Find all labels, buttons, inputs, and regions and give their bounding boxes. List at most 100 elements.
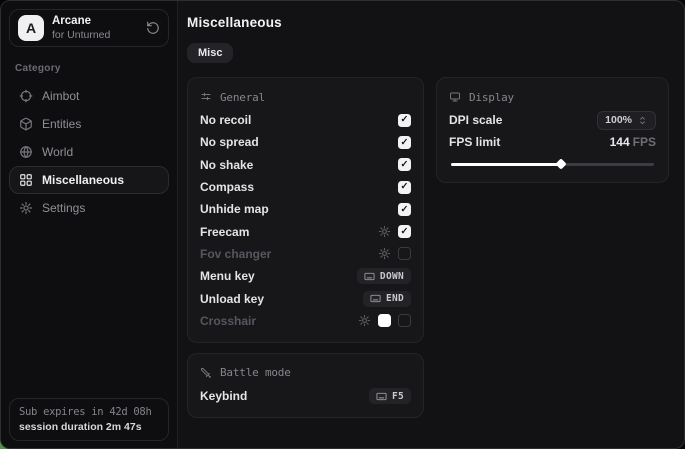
category-label: Category (15, 63, 169, 74)
unload-key-keybind-button[interactable]: END (363, 291, 411, 307)
dpi-scale-select[interactable]: 100% (597, 111, 656, 130)
setting-label: No spread (200, 135, 259, 149)
brand-subtitle: for Unturned (52, 29, 138, 41)
unhide-map-checkbox[interactable] (398, 203, 411, 216)
setting-row-no-recoil: No recoil (200, 109, 411, 131)
setting-label: Fov changer (200, 247, 271, 261)
tab-misc[interactable]: Misc (187, 43, 233, 63)
crosshair-color-swatch[interactable] (378, 314, 391, 327)
setting-row-freecam: Freecam (200, 220, 411, 242)
setting-row-crosshair: Crosshair (200, 310, 411, 332)
battle-keybind-button[interactable]: F5 (369, 388, 411, 404)
setting-label: Unhide map (200, 202, 269, 216)
keyboard-icon (376, 391, 387, 402)
left-column: General No recoil No spread (187, 77, 424, 418)
setting-label: DPI scale (449, 113, 502, 127)
no-shake-checkbox[interactable] (398, 158, 411, 171)
sidebar: A Arcane for Unturned Category Aimbot (1, 1, 178, 448)
gear-icon[interactable] (378, 225, 391, 238)
brand-card: A Arcane for Unturned (9, 9, 169, 47)
panel-columns: General No recoil No spread (187, 77, 669, 418)
panel-title: General (220, 91, 265, 104)
keyboard-icon (370, 293, 381, 304)
setting-row-keybind: Keybind F5 (200, 385, 411, 407)
setting-row-unload-key: Unload key END (200, 287, 411, 309)
swords-icon (200, 367, 212, 379)
menu-key-keybind-button[interactable]: DOWN (357, 268, 411, 284)
gear-icon (19, 201, 33, 215)
sidebar-item-entities[interactable]: Entities (9, 110, 169, 138)
sidebar-item-settings[interactable]: Settings (9, 194, 169, 222)
sidebar-item-label: Settings (42, 201, 85, 215)
setting-label: FPS limit (449, 135, 500, 149)
package-icon (19, 117, 33, 131)
dpi-scale-value: 100% (605, 114, 632, 126)
crosshair-icon (19, 89, 33, 103)
setting-label: No recoil (200, 113, 251, 127)
keybind-label: DOWN (380, 271, 404, 282)
app-window: A Arcane for Unturned Category Aimbot (0, 0, 685, 449)
setting-label: No shake (200, 158, 253, 172)
fov-changer-checkbox[interactable] (398, 247, 411, 260)
no-spread-checkbox[interactable] (398, 136, 411, 149)
battle-mode-panel-header: Battle mode (200, 364, 411, 382)
page-title: Miscellaneous (187, 15, 669, 30)
battle-mode-panel: Battle mode Keybind F5 (187, 353, 424, 418)
globe-icon (19, 145, 33, 159)
setting-label: Freecam (200, 225, 249, 239)
sidebar-item-aimbot[interactable]: Aimbot (9, 82, 169, 110)
sidebar-item-label: Entities (42, 117, 81, 131)
sidebar-nav: Aimbot Entities World Miscellaneous (9, 82, 169, 222)
keyboard-icon (364, 271, 375, 282)
sidebar-item-world[interactable]: World (9, 138, 169, 166)
keybind-label: F5 (392, 391, 404, 402)
setting-label: Keybind (200, 389, 247, 403)
sidebar-item-label: Aimbot (42, 89, 79, 103)
slider-thumb[interactable] (555, 158, 566, 169)
compass-checkbox[interactable] (398, 181, 411, 194)
crosshair-checkbox[interactable] (398, 314, 411, 327)
display-panel: Display DPI scale 100% FPS limit (436, 77, 669, 183)
right-column: Display DPI scale 100% FPS limit (436, 77, 669, 183)
setting-row-no-shake: No shake (200, 154, 411, 176)
panel-title: Display (469, 91, 514, 104)
setting-row-fps-limit: FPS limit 144FPS (449, 131, 656, 153)
monitor-icon (449, 91, 461, 103)
fps-limit-slider[interactable] (451, 163, 654, 166)
setting-label: Unload key (200, 292, 264, 306)
brand-name: Arcane (52, 15, 138, 28)
setting-row-unhide-map: Unhide map (200, 198, 411, 220)
freecam-checkbox[interactable] (398, 225, 411, 238)
setting-row-fov-changer: Fov changer (200, 243, 411, 265)
slider-fill (451, 163, 561, 166)
gear-icon[interactable] (358, 314, 371, 327)
sidebar-item-label: Miscellaneous (42, 173, 124, 187)
panel-title: Battle mode (220, 366, 291, 379)
sidebar-item-label: World (42, 145, 73, 159)
no-recoil-checkbox[interactable] (398, 114, 411, 127)
refresh-icon[interactable] (146, 21, 160, 35)
app-logo: A (18, 15, 44, 41)
session-duration-text: session duration 2m 47s (19, 421, 159, 433)
sub-expiry-text: Sub expires in 42d 08h (19, 406, 159, 418)
main-content: Miscellaneous Misc General No recoil (178, 1, 684, 448)
sidebar-item-miscellaneous[interactable]: Miscellaneous (9, 166, 169, 194)
gear-icon[interactable] (378, 247, 391, 260)
sliders-icon (200, 91, 212, 103)
fps-limit-unit: FPS (633, 135, 656, 149)
setting-row-no-spread: No spread (200, 131, 411, 153)
fps-limit-value: 144 (610, 135, 630, 149)
setting-label: Menu key (200, 269, 255, 283)
fps-limit-value-group: 144FPS (610, 135, 656, 149)
keybind-label: END (386, 293, 404, 304)
setting-row-menu-key: Menu key DOWN (200, 265, 411, 287)
setting-row-dpi-scale: DPI scale 100% (449, 109, 656, 131)
grid-icon (19, 173, 33, 187)
chevrons-up-down-icon (637, 115, 648, 126)
display-panel-header: Display (449, 88, 656, 106)
general-panel: General No recoil No spread (187, 77, 424, 343)
setting-label: Crosshair (200, 314, 256, 328)
setting-label: Compass (200, 180, 254, 194)
brand-text: Arcane for Unturned (52, 15, 138, 40)
subscription-card: Sub expires in 42d 08h session duration … (9, 398, 169, 441)
